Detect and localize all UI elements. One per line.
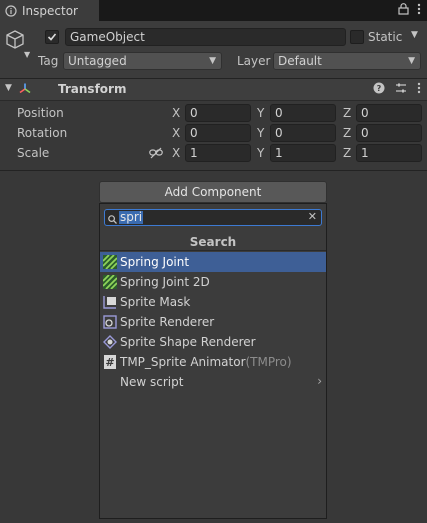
- sprite-shape-renderer-icon: [102, 335, 117, 350]
- tab-inspector[interactable]: Inspector: [0, 0, 99, 21]
- gameobject-cube-icon[interactable]: [4, 29, 26, 54]
- list-item-sprite-shape-renderer[interactable]: Sprite Shape Renderer: [100, 332, 326, 352]
- rotation-z-label[interactable]: Z: [343, 126, 351, 140]
- tag-value: Untagged: [68, 54, 127, 68]
- transform-title: Transform: [58, 82, 127, 96]
- position-y-label[interactable]: Y: [257, 106, 264, 120]
- item-label: Spring Joint 2D: [120, 275, 210, 289]
- foldout-arrow-icon[interactable]: ▼: [5, 83, 12, 93]
- tab-label: Inspector: [22, 3, 78, 18]
- add-component-button[interactable]: Add Component: [99, 181, 327, 203]
- scale-y-field[interactable]: 1: [270, 144, 336, 162]
- scale-z-label[interactable]: Z: [343, 146, 351, 160]
- layer-label: Layer: [237, 54, 271, 68]
- list-item-sprite-renderer[interactable]: Sprite Renderer: [100, 312, 326, 332]
- position-label: Position: [17, 106, 64, 120]
- svg-text:#: #: [105, 356, 114, 369]
- scale-x-label[interactable]: X: [172, 146, 180, 160]
- rotation-x-label[interactable]: X: [172, 126, 180, 140]
- list-item-spring-joint[interactable]: Spring Joint: [100, 252, 326, 272]
- scale-x-field[interactable]: 1: [185, 144, 251, 162]
- scale-y-label[interactable]: Y: [257, 146, 264, 160]
- layer-value: Default: [278, 54, 322, 68]
- component-search-input[interactable]: spri ✕: [104, 209, 322, 226]
- icon-dropdown-icon[interactable]: ▼: [24, 50, 30, 59]
- position-y-field[interactable]: 0: [270, 104, 336, 122]
- section-divider: [0, 170, 427, 171]
- search-icon: [108, 213, 117, 227]
- position-x-label[interactable]: X: [172, 106, 180, 120]
- active-checkbox[interactable]: [45, 30, 59, 44]
- lock-icon[interactable]: [398, 3, 409, 18]
- help-icon[interactable]: ?: [373, 82, 385, 97]
- spring-joint-2d-icon: [102, 275, 117, 290]
- scale-z-field[interactable]: 1: [356, 144, 422, 162]
- spring-joint-icon: [102, 255, 117, 270]
- search-value: spri: [119, 210, 144, 224]
- script-icon: #: [102, 355, 117, 370]
- rotation-label: Rotation: [17, 126, 68, 140]
- gameobject-header: ▼ GameObject Static ▼ Tag Untagged ▼ Lay…: [0, 21, 427, 79]
- transform-header[interactable]: ▼ Transform ?: [0, 79, 427, 101]
- list-item-new-script[interactable]: New script ›: [100, 372, 326, 392]
- tag-label: Tag: [38, 54, 59, 68]
- tab-bar: Inspector: [0, 0, 427, 21]
- item-label: Sprite Shape Renderer: [120, 335, 256, 349]
- clear-search-icon[interactable]: ✕: [308, 210, 317, 223]
- list-item-sprite-mask[interactable]: Sprite Mask: [100, 292, 326, 312]
- search-section-title: Search: [189, 235, 237, 249]
- item-label: Sprite Mask: [120, 295, 191, 309]
- position-z-field[interactable]: 0: [356, 104, 422, 122]
- object-name-field[interactable]: GameObject: [65, 28, 346, 46]
- component-tools: ?: [373, 82, 421, 97]
- item-label: New script: [120, 375, 184, 389]
- position-z-label[interactable]: Z: [343, 106, 351, 120]
- tab-tools: [398, 3, 421, 18]
- add-component-popup: spri ✕ Search Spring Joint Spring Joint …: [99, 203, 327, 519]
- more-menu-icon[interactable]: [417, 3, 421, 18]
- tag-dropdown[interactable]: Untagged ▼: [63, 52, 222, 70]
- item-label: Spring Joint: [120, 255, 190, 269]
- info-icon: [4, 4, 18, 18]
- static-checkbox[interactable]: [350, 30, 364, 44]
- popup-divider: [100, 250, 326, 251]
- presets-icon[interactable]: [395, 82, 407, 97]
- chevron-down-icon: ▼: [408, 56, 415, 66]
- item-namespace: (TMPro): [245, 355, 292, 369]
- rotation-x-field[interactable]: 0: [185, 124, 251, 142]
- position-x-field[interactable]: 0: [185, 104, 251, 122]
- layer-dropdown[interactable]: Default ▼: [273, 52, 421, 70]
- sprite-renderer-icon: [102, 315, 117, 330]
- context-menu-icon[interactable]: [417, 82, 421, 97]
- scale-label: Scale: [17, 146, 50, 160]
- transform-icon: [18, 82, 32, 99]
- item-label: TMP_Sprite Animator: [120, 355, 246, 369]
- link-scale-icon[interactable]: [149, 147, 163, 162]
- list-item-tmp-sprite-animator[interactable]: # TMP_Sprite Animator (TMPro): [100, 352, 326, 372]
- svg-text:?: ?: [377, 84, 382, 93]
- rotation-y-field[interactable]: 0: [270, 124, 336, 142]
- static-label: Static: [368, 30, 403, 44]
- list-item-spring-joint-2d[interactable]: Spring Joint 2D: [100, 272, 326, 292]
- static-dropdown-icon[interactable]: ▼: [411, 30, 418, 40]
- sprite-mask-icon: [102, 295, 117, 310]
- chevron-right-icon: ›: [317, 374, 322, 388]
- item-label: Sprite Renderer: [120, 315, 215, 329]
- rotation-z-field[interactable]: 0: [356, 124, 422, 142]
- chevron-down-icon: ▼: [209, 56, 216, 66]
- rotation-y-label[interactable]: Y: [257, 126, 264, 140]
